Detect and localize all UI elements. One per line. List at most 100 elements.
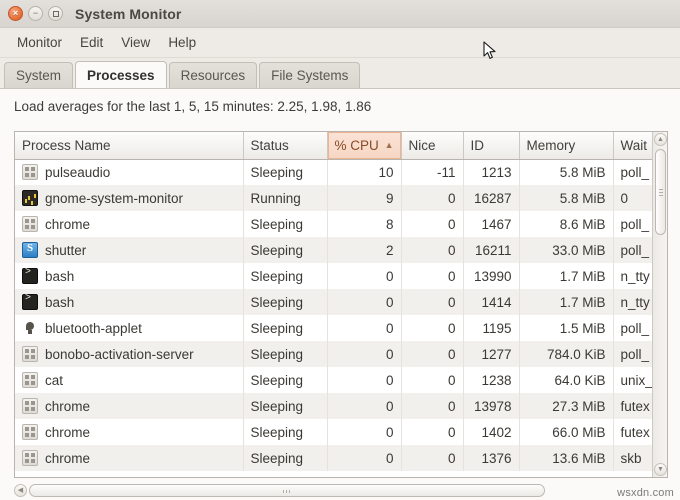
- cell-wait: poll_: [613, 211, 652, 237]
- tab-resources[interactable]: Resources: [168, 62, 258, 88]
- cell-id: 13978: [463, 393, 520, 419]
- tab-file-systems[interactable]: File Systems: [259, 62, 361, 88]
- horizontal-scrollbar[interactable]: ◀: [14, 482, 668, 498]
- table-row[interactable]: pulseaudio Sleeping 10 -11 1213 5.8 MiB poll_: [15, 159, 652, 185]
- menu-item-edit[interactable]: Edit: [71, 32, 112, 53]
- menu-item-view[interactable]: View: [112, 32, 159, 53]
- cell-id: 1414: [463, 289, 520, 315]
- horizontal-scrollbar-thumb[interactable]: [29, 483, 545, 497]
- table-row[interactable]: chrome Sleeping 0 0 1376 13.6 MiB skb: [15, 445, 652, 471]
- cell-process-name: shutter: [15, 237, 244, 263]
- table-row[interactable]: chrome Sleeping 8 0 1467 8.6 MiB poll_: [15, 211, 652, 237]
- cell-cpu: 0: [327, 315, 402, 341]
- vertical-scrollbar-thumb[interactable]: [655, 149, 666, 235]
- generic-icon: [22, 372, 38, 388]
- column-header-nice[interactable]: Nice: [401, 132, 464, 160]
- cell-memory: 8.6 MiB: [519, 211, 614, 237]
- cell-status: Running: [243, 185, 328, 211]
- cell-cpu: 8: [327, 211, 402, 237]
- scroll-up-icon[interactable]: ▲: [654, 133, 667, 146]
- titlebar: × − System Monitor: [0, 0, 680, 28]
- cell-cpu: 9: [327, 185, 402, 211]
- maximize-button[interactable]: [48, 6, 63, 21]
- generic-icon: [22, 216, 38, 232]
- column-header-process-name[interactable]: Process Name: [15, 132, 244, 160]
- table-row[interactable]: bashSleeping0014141.7 MiBn_tty: [15, 289, 652, 315]
- process-name-label: bash: [45, 268, 75, 284]
- vertical-scrollbar[interactable]: ▲ ▼: [652, 132, 667, 477]
- scroll-left-icon[interactable]: ◀: [14, 483, 27, 497]
- table-header-row: Process Name Status % CPU ▲ Nice ID Memo…: [15, 132, 652, 160]
- process-name-label: chrome: [45, 398, 91, 414]
- cell-wait: poll_: [613, 315, 652, 341]
- generic-icon: [22, 450, 38, 466]
- cell-id: 1467: [463, 211, 520, 237]
- cell-wait: poll_: [613, 237, 652, 263]
- process-name-label: pulseaudio: [45, 164, 111, 180]
- process-name-label: bash: [45, 294, 75, 310]
- menu-item-help[interactable]: Help: [159, 32, 205, 53]
- generic-icon: [22, 346, 38, 362]
- cell-cpu: 2: [327, 237, 402, 263]
- column-header-cpu[interactable]: % CPU ▲: [327, 132, 402, 160]
- cell-id: 1402: [463, 419, 520, 445]
- window-controls: × −: [8, 6, 63, 21]
- cell-status: Sleeping: [243, 289, 328, 315]
- maximize-icon: [52, 10, 59, 17]
- processes-panel: Load averages for the last 1, 5, 15 minu…: [0, 89, 680, 500]
- table-row[interactable]: cat Sleeping 0 0 1238 64.0 KiB unix_: [15, 367, 652, 393]
- column-header-status[interactable]: Status: [243, 132, 328, 160]
- minimize-icon: −: [32, 8, 39, 18]
- process-table-container: Process Name Status % CPU ▲ Nice ID Memo…: [14, 131, 668, 478]
- cell-memory: 13.6 MiB: [519, 445, 614, 471]
- menubar: Monitor Edit View Help: [0, 28, 680, 58]
- cell-status: Sleeping: [243, 315, 328, 341]
- table-row[interactable]: chrome Sleeping 0 0 1402 66.0 MiB futex: [15, 419, 652, 445]
- monitor-icon: [22, 190, 38, 206]
- close-button[interactable]: ×: [8, 6, 23, 21]
- generic-icon: [22, 164, 38, 181]
- table-row[interactable]: bluetooth-applet Sleeping 0 0 1195 1.5 MiB pol…: [15, 315, 652, 341]
- tab-system[interactable]: System: [4, 62, 74, 88]
- cell-memory: 27.3 MiB: [519, 393, 614, 419]
- cell-cpu: 0: [327, 445, 402, 471]
- cell-memory: 1.5 MiB: [519, 315, 614, 341]
- cell-wait: n_tty: [613, 289, 652, 315]
- shutter-icon: [22, 242, 38, 258]
- table-row[interactable]: shutter Sleeping201621133.0 MiBpoll_: [15, 237, 652, 263]
- cell-status: Sleeping: [243, 341, 328, 367]
- table-row[interactable]: chrome Sleeping 0 0 13978 27.3 MiB futex: [15, 393, 652, 419]
- cell-nice: 0: [401, 315, 464, 341]
- cell-memory: 1.7 MiB: [519, 289, 614, 315]
- column-header-id[interactable]: ID: [463, 132, 520, 160]
- process-name-label: bonobo-activation-server: [45, 346, 194, 362]
- cell-id: 1195: [463, 315, 520, 341]
- column-header-wait[interactable]: Wait: [613, 132, 652, 160]
- generic-icon: [22, 398, 38, 414]
- table-row[interactable]: bonobo-activation-server Sleeping 0 0 1277 78…: [15, 341, 652, 367]
- tab-processes[interactable]: Processes: [75, 61, 167, 88]
- cell-wait: futex: [613, 419, 652, 445]
- window-title: System Monitor: [75, 5, 182, 22]
- cell-status: Sleeping: [243, 211, 328, 237]
- cell-memory: 5.8 MiB: [519, 185, 614, 211]
- cell-process-name: gnome-system-monitor: [15, 185, 244, 211]
- cell-nice: 0: [401, 289, 464, 315]
- bluetooth-icon: [22, 320, 38, 336]
- scroll-down-icon[interactable]: ▼: [654, 463, 667, 476]
- menu-item-monitor[interactable]: Monitor: [8, 32, 71, 53]
- cell-id: 16287: [463, 185, 520, 211]
- table-row[interactable]: gnome-system-monitor Running 9 0 16287 5.8 Mi…: [15, 185, 652, 211]
- cell-process-name: chrome: [15, 419, 244, 445]
- process-name-label: chrome: [45, 216, 91, 232]
- process-table-viewport: Process Name Status % CPU ▲ Nice ID Memo…: [15, 132, 652, 477]
- cell-nice: 0: [401, 393, 464, 419]
- cell-process-name: bash: [15, 263, 244, 289]
- minimize-button[interactable]: −: [28, 6, 43, 21]
- cell-memory: 33.0 MiB: [519, 237, 614, 263]
- cell-wait: n_tty: [613, 263, 652, 289]
- cell-process-name: cat: [15, 367, 244, 393]
- column-header-memory[interactable]: Memory: [519, 132, 614, 160]
- cell-status: Sleeping: [243, 263, 328, 289]
- table-row[interactable]: bashSleeping00139901.7 MiBn_tty: [15, 263, 652, 289]
